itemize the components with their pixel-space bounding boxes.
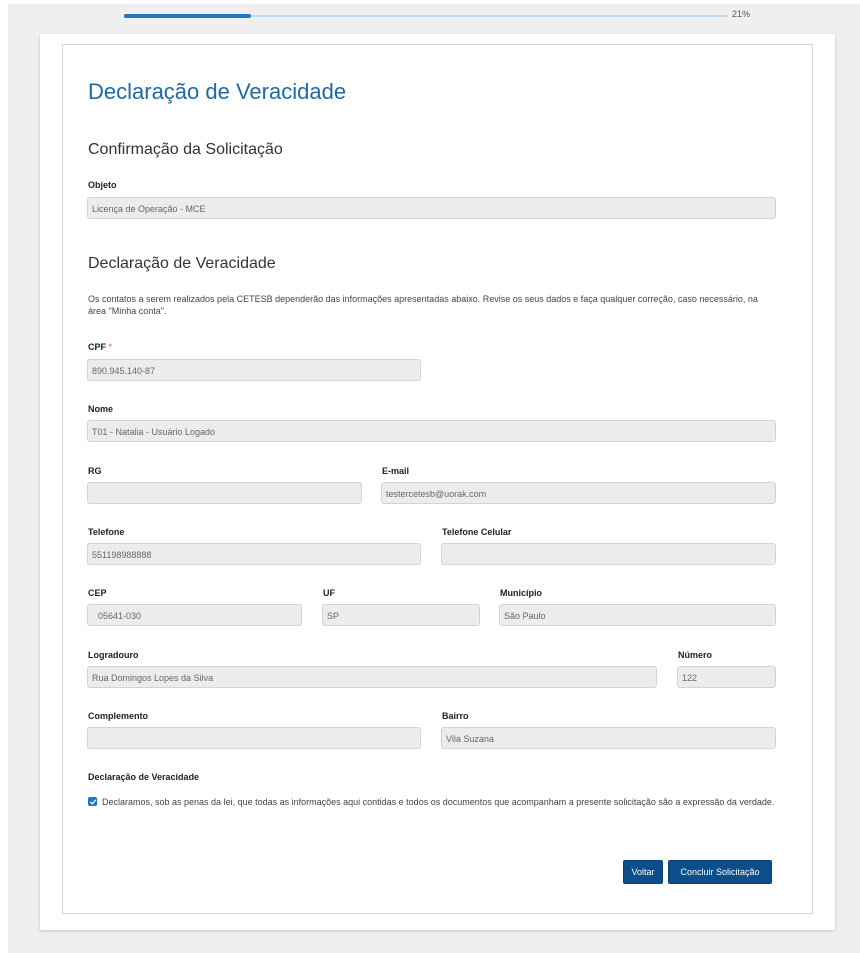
back-button[interactable]: Voltar xyxy=(623,860,663,884)
nome-field[interactable]: T01 - Natalia - Usuário Logado xyxy=(87,420,776,442)
required-asterisk: * xyxy=(108,342,113,352)
rg-field[interactable] xyxy=(87,482,362,504)
veracity-text: Declaramos, sob as penas da lei, que tod… xyxy=(102,797,775,807)
municipio-field[interactable]: São Paulo xyxy=(499,604,776,626)
confirmation-section-title: Confirmação da Solicitação xyxy=(88,141,283,158)
checkmark-icon xyxy=(89,799,96,804)
municipio-label: Município xyxy=(500,588,542,598)
cep-label: CEP xyxy=(88,588,107,598)
submit-button[interactable]: Concluir Solicitação xyxy=(668,860,772,884)
uf-field[interactable]: SP xyxy=(322,604,480,626)
progress-fill xyxy=(124,14,251,18)
celular-field[interactable] xyxy=(441,543,776,565)
telefone-field[interactable]: 551198988888 xyxy=(87,543,421,565)
declaration-description: Os contatos a serem realizados pela CETE… xyxy=(88,294,758,316)
objeto-field[interactable]: Licença de Operação - MCE xyxy=(87,197,776,219)
cpf-label-text: CPF xyxy=(88,342,106,352)
rg-label: RG xyxy=(88,466,102,476)
numero-label: Número xyxy=(678,650,713,660)
page-title: Declaração de Veracidade xyxy=(88,79,347,104)
objeto-label: Objeto xyxy=(88,180,117,190)
email-label: E-mail xyxy=(382,466,410,476)
progress-indicator: 21% xyxy=(124,9,764,23)
cpf-field[interactable]: 890.945.140-87 xyxy=(87,359,421,381)
email-field[interactable]: testercetesb@uorak.com xyxy=(381,482,776,504)
complemento-field[interactable] xyxy=(87,727,421,749)
declaration-section-title: Declaração de Veracidade xyxy=(88,255,276,272)
celular-label: Telefone Celular xyxy=(442,527,512,537)
complemento-label: Complemento xyxy=(88,711,149,721)
telefone-label: Telefone xyxy=(88,527,125,537)
veracity-label: Declaração de Veracidade xyxy=(88,772,200,782)
logradouro-field[interactable]: Rua Domingos Lopes da Silva xyxy=(87,666,657,688)
bairro-label: Bairro xyxy=(442,711,469,721)
cep-field[interactable]: 05641-030 xyxy=(87,604,302,626)
numero-field[interactable]: 122 xyxy=(677,666,776,688)
logradouro-label: Logradouro xyxy=(88,650,139,660)
veracity-checkbox[interactable] xyxy=(88,797,97,806)
bairro-field[interactable]: Vila Suzana xyxy=(441,727,776,749)
form-panel xyxy=(62,44,813,914)
cpf-label: CPF * xyxy=(88,342,112,352)
uf-label: UF xyxy=(323,588,335,598)
progress-percent: 21% xyxy=(732,9,751,19)
nome-label: Nome xyxy=(88,404,114,414)
